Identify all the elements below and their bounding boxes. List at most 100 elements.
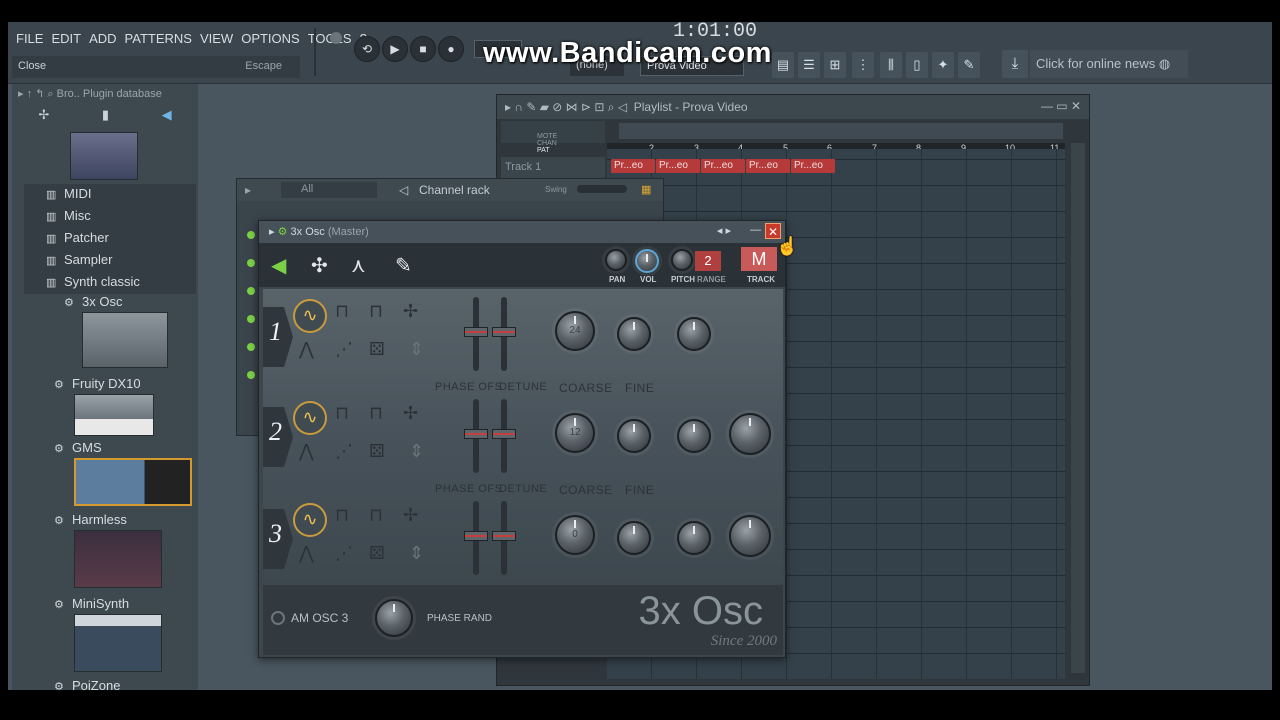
pattern-clip[interactable]: Pr...eo bbox=[611, 159, 655, 173]
browser-item-poizone[interactable]: ⚙ PoiZone bbox=[54, 678, 120, 690]
menu-add[interactable]: ADD bbox=[89, 31, 116, 46]
speaker-icon[interactable]: ◀ bbox=[162, 107, 172, 123]
phase-offset-fader[interactable] bbox=[464, 501, 488, 575]
playlist-titlebar[interactable]: ▸ ∩ ✎ ▰ ⊘ ⋈ ⊳ ⊡ ⌕ ◁ Playlist - Prova Vid… bbox=[497, 95, 1089, 119]
osc-3-mix-knob[interactable] bbox=[729, 515, 771, 557]
square-wave-icon[interactable]: ⊓ bbox=[335, 301, 349, 322]
channel-rack-icon[interactable]: ⋮ bbox=[852, 52, 874, 78]
online-news-button[interactable]: Click for online news ◍ bbox=[1030, 50, 1188, 78]
playlist-tools-icon[interactable]: ▸ ∩ ✎ ▰ ⊘ ⋈ ⊳ ⊡ ⌕ ◁ bbox=[505, 100, 627, 114]
menu-file[interactable]: FILE bbox=[16, 31, 43, 46]
browser-item-synth-classic[interactable]: ▥ Synth classic bbox=[46, 274, 140, 289]
phase-offset-fader[interactable] bbox=[464, 297, 488, 371]
square-wave-icon[interactable]: ⊓ bbox=[335, 505, 349, 526]
gms-thumbnail[interactable] bbox=[74, 458, 192, 506]
download-icon[interactable]: ⤓ bbox=[1002, 50, 1028, 78]
record-button[interactable]: ● bbox=[438, 36, 464, 62]
stereo-phase-knob-osc-1[interactable] bbox=[677, 317, 711, 351]
channel-filter[interactable]: All bbox=[281, 182, 377, 198]
browser-item-midi[interactable]: ▥ MIDI bbox=[46, 186, 91, 201]
plugin-thumbnail[interactable] bbox=[70, 132, 138, 180]
pulse-wave-icon[interactable]: ⊓ bbox=[369, 505, 383, 526]
custom-wave-icon[interactable]: ⇕ bbox=[409, 441, 424, 462]
dx10-thumbnail[interactable] bbox=[74, 394, 154, 436]
random-wave-icon[interactable]: ⚄ bbox=[369, 339, 385, 360]
browser-item-minisynth[interactable]: ⚙ MiniSynth bbox=[54, 596, 129, 611]
pitch-knob[interactable] bbox=[671, 249, 693, 271]
detune-fader[interactable] bbox=[492, 399, 516, 473]
menu-view[interactable]: VIEW bbox=[200, 31, 233, 46]
custom-wave-icon[interactable]: ⇕ bbox=[409, 339, 424, 360]
fine-knob-osc-1[interactable] bbox=[617, 317, 651, 351]
noise-wave-icon[interactable]: ✢ bbox=[403, 301, 418, 322]
random-wave-icon[interactable]: ⚄ bbox=[369, 441, 385, 462]
playlist-scrollbar[interactable] bbox=[619, 123, 1063, 139]
coarse-knob-osc-1[interactable]: 24 bbox=[555, 311, 595, 351]
view-mote[interactable]: MOTE bbox=[537, 133, 557, 140]
pattern-clip[interactable]: Pr...eo bbox=[791, 159, 835, 173]
pattern-clip[interactable]: Pr...eo bbox=[656, 159, 700, 173]
swing-slider[interactable] bbox=[577, 185, 627, 193]
3x-osc-thumbnail[interactable] bbox=[82, 312, 168, 368]
random-wave-icon[interactable]: ⚄ bbox=[369, 543, 385, 564]
menu-patterns[interactable]: PATTERNS bbox=[125, 31, 192, 46]
noise-wave-icon[interactable]: ✢ bbox=[403, 505, 418, 526]
saw-wave-icon[interactable]: ⋰ bbox=[335, 543, 353, 564]
pattern-clip[interactable]: Pr...eo bbox=[746, 159, 790, 173]
browser-item-misc[interactable]: ▥ Misc bbox=[46, 208, 91, 223]
plugin-icon[interactable]: ✦ bbox=[932, 52, 954, 78]
coarse-knob-osc-3[interactable]: 0 bbox=[555, 515, 595, 555]
sine-wave-icon[interactable]: ∿ bbox=[293, 299, 327, 333]
saw-wave-icon[interactable]: ⋰ bbox=[335, 441, 353, 462]
step-grid-icon[interactable]: ▦ bbox=[641, 183, 651, 196]
envelope-icon[interactable]: ✣ bbox=[311, 253, 328, 278]
wrench-icon[interactable]: ✎ bbox=[958, 52, 980, 78]
channel-led[interactable] bbox=[247, 287, 255, 295]
browser-icon[interactable]: ▯ bbox=[906, 52, 928, 78]
phase-rand-knob[interactable] bbox=[375, 599, 413, 637]
channel-led[interactable] bbox=[247, 259, 255, 267]
channel-led[interactable] bbox=[247, 371, 255, 379]
custom-wave-icon[interactable]: ⇕ bbox=[409, 543, 424, 564]
detune-fader[interactable] bbox=[492, 501, 516, 575]
view-chan[interactable]: CHAN bbox=[537, 140, 557, 147]
tool-icon-1[interactable]: ▤ bbox=[772, 52, 794, 78]
browser-item-harmless[interactable]: ⚙ Harmless bbox=[54, 512, 127, 527]
master-pitch-knob[interactable] bbox=[330, 32, 342, 44]
loop-mode-button[interactable]: ⟲ bbox=[354, 36, 380, 62]
stop-button[interactable]: ■ bbox=[410, 36, 436, 62]
mixer-track-button[interactable]: M bbox=[741, 247, 777, 271]
browser-item-sampler[interactable]: ▥ Sampler bbox=[46, 252, 112, 267]
osc-2-mix-knob[interactable] bbox=[729, 413, 771, 455]
preset-nav-icon[interactable]: ◂ ▸ bbox=[717, 224, 731, 237]
misc-functions-icon[interactable]: ⋏ bbox=[351, 253, 366, 278]
mixer-icon[interactable]: ⫼ bbox=[880, 52, 902, 78]
saw-wave-icon[interactable]: ⋰ bbox=[335, 339, 353, 360]
phase-offset-fader[interactable] bbox=[464, 399, 488, 473]
sine-wave-icon[interactable]: ∿ bbox=[293, 503, 327, 537]
plugin-gear-icon[interactable]: ⚙ bbox=[278, 226, 288, 238]
pulse-wave-icon[interactable]: ⊓ bbox=[369, 301, 383, 322]
browser-item-fruity-dx10[interactable]: ⚙ Fruity DX10 bbox=[54, 376, 141, 391]
coarse-knob-osc-2[interactable]: 12 bbox=[555, 413, 595, 453]
harmless-thumbnail[interactable] bbox=[74, 530, 162, 588]
minimize-icon[interactable]: — bbox=[750, 224, 761, 236]
triangle-wave-icon[interactable]: ⋀ bbox=[299, 339, 314, 360]
detune-fader[interactable] bbox=[492, 297, 516, 371]
volume-knob[interactable] bbox=[635, 249, 659, 273]
browser-arrows-icon[interactable]: ▸ ↑ ↰ ⌕ bbox=[18, 88, 57, 100]
browser-path[interactable]: Bro.. Plugin database bbox=[57, 88, 162, 100]
browser-item-3x-osc[interactable]: ⚙ 3x Osc bbox=[64, 294, 122, 309]
fine-knob-osc-2[interactable] bbox=[617, 419, 651, 453]
pan-knob[interactable] bbox=[605, 249, 627, 271]
play-button[interactable]: ▶ bbox=[382, 36, 408, 62]
channel-led[interactable] bbox=[247, 343, 255, 351]
settings-wrench-icon[interactable]: ✎ bbox=[395, 253, 412, 278]
plugin-titlebar[interactable]: ▸ ⚙ 3x Osc (Master) ◂ ▸ — ✕ bbox=[259, 221, 785, 243]
master-volume-slider[interactable] bbox=[314, 28, 316, 76]
minisynth-thumbnail[interactable] bbox=[74, 614, 162, 672]
plugin-speaker-icon[interactable]: ◀ bbox=[271, 253, 286, 278]
range-value[interactable]: 2 bbox=[695, 251, 721, 271]
browser-item-patcher[interactable]: ▥ Patcher bbox=[46, 230, 109, 245]
noise-wave-icon[interactable]: ✢ bbox=[403, 403, 418, 424]
